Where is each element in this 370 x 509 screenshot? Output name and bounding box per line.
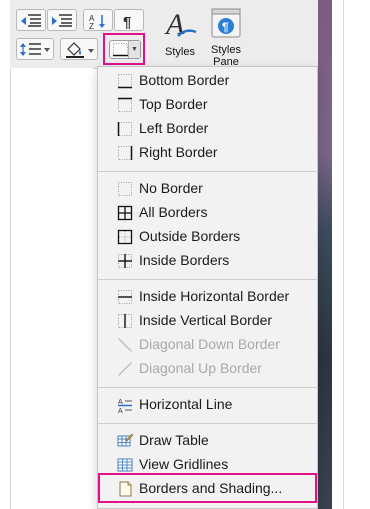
divider-line <box>343 0 344 509</box>
inside-horizontal-border-icon <box>118 290 132 304</box>
svg-text:¶: ¶ <box>123 14 131 29</box>
menu-item-label: Draw Table <box>139 432 209 448</box>
menu-item-draw-table[interactable]: Draw Table <box>98 429 317 453</box>
menu-item-all-borders[interactable]: All Borders <box>98 201 317 225</box>
menu-item-inside-borders[interactable]: Inside Borders <box>98 249 317 273</box>
styles-pane-label-1: Styles <box>211 44 241 56</box>
menu-item-outside-borders[interactable]: Outside Borders <box>98 225 317 249</box>
menu-item-inside-vertical-border[interactable]: Inside Vertical Border <box>98 309 317 333</box>
menu-divider <box>98 279 317 280</box>
menu-item-inside-horizontal-border[interactable]: Inside Horizontal Border <box>98 285 317 309</box>
menu-divider <box>98 423 317 424</box>
menu-item-label: Diagonal Up Border <box>139 360 262 376</box>
decrease-indent-icon <box>21 14 41 27</box>
inside-borders-icon <box>118 254 132 268</box>
menu-item-top-border[interactable]: Top Border <box>98 93 317 117</box>
menu-item-label: Inside Vertical Border <box>139 312 273 328</box>
menu-divider <box>98 387 317 388</box>
menu-item-label: Diagonal Down Border <box>139 336 280 352</box>
menu-divider <box>98 171 317 172</box>
sort-az-icon: A Z <box>89 14 105 29</box>
menu-item-label: Right Border <box>139 144 218 160</box>
styles-label: Styles <box>165 46 195 58</box>
svg-text:Z: Z <box>89 22 94 29</box>
menu-item-diagonal-up-border: Diagonal Up Border <box>98 357 317 381</box>
inside-vertical-border-icon <box>118 314 132 328</box>
bottom-border-icon <box>118 74 132 89</box>
svg-text:A: A <box>164 8 185 40</box>
menu-item-label: Bottom Border <box>139 72 230 88</box>
menu-item-no-border[interactable]: No Border <box>98 177 317 201</box>
styles-icon: A <box>164 8 197 40</box>
borders-dropdown-button[interactable]: ▼ <box>103 33 145 65</box>
menu-item-label: Inside Horizontal Border <box>139 288 290 304</box>
show-formatting-button[interactable]: ¶ <box>114 9 144 31</box>
menu-item-left-border[interactable]: Left Border <box>98 117 317 141</box>
menu-item-bottom-border[interactable]: Bottom Border <box>98 69 317 93</box>
menu-item-label: Inside Borders <box>139 252 230 268</box>
all-borders-icon <box>117 205 133 221</box>
menu-item-label: No Border <box>139 180 203 196</box>
shading-button[interactable] <box>60 38 98 60</box>
borders-menu: Bottom Border Top Border Left Border Rig… <box>97 66 318 509</box>
selection-highlight <box>98 473 317 503</box>
draw-table-icon <box>117 433 133 447</box>
left-border-icon <box>117 122 132 136</box>
styles-button[interactable]: A Styles <box>160 4 204 64</box>
menu-item-label: Horizontal Line <box>139 396 233 412</box>
pilcrow-icon: ¶ <box>123 14 131 29</box>
line-spacing-icon <box>20 43 50 56</box>
increase-indent-button[interactable] <box>47 9 77 31</box>
menu-item-right-border[interactable]: Right Border <box>98 141 317 165</box>
menu-item-label: Outside Borders <box>139 228 241 244</box>
line-spacing-button[interactable] <box>16 38 54 60</box>
sort-button[interactable]: A Z <box>83 9 113 31</box>
menu-item-horizontal-line[interactable]: A A Horizontal Line <box>98 393 317 417</box>
outside-borders-icon <box>117 229 133 245</box>
right-border-icon <box>118 146 133 160</box>
svg-text:¶: ¶ <box>222 20 229 34</box>
ribbon-toolbar: A Z ¶ ▼ A Styles ¶ Styles Pane <box>10 0 328 69</box>
chevron-down-icon: ▼ <box>128 41 140 58</box>
increase-indent-icon <box>52 14 72 27</box>
borders-dropdown-face[interactable]: ▼ <box>109 40 141 59</box>
paint-bucket-icon <box>66 42 94 58</box>
view-gridlines-icon <box>117 458 133 472</box>
menu-item-diagonal-down-border: Diagonal Down Border <box>98 333 317 357</box>
diagonal-up-border-icon <box>118 362 132 376</box>
horizontal-line-icon: A A <box>118 399 132 413</box>
no-border-icon <box>118 182 132 196</box>
desktop-background <box>318 0 332 509</box>
styles-pane-icon: ¶ <box>211 8 241 38</box>
svg-text:A: A <box>118 408 123 413</box>
decrease-indent-button[interactable] <box>16 9 46 31</box>
top-border-icon <box>118 97 132 112</box>
menu-item-label: View Gridlines <box>139 456 229 472</box>
document-page[interactable] <box>10 68 93 509</box>
menu-item-label: Left Border <box>139 120 209 136</box>
menu-item-label: Top Border <box>139 96 208 112</box>
menu-item-label: All Borders <box>139 204 208 220</box>
styles-pane-button[interactable]: ¶ Styles Pane <box>206 4 248 68</box>
diagonal-down-border-icon <box>118 338 132 352</box>
